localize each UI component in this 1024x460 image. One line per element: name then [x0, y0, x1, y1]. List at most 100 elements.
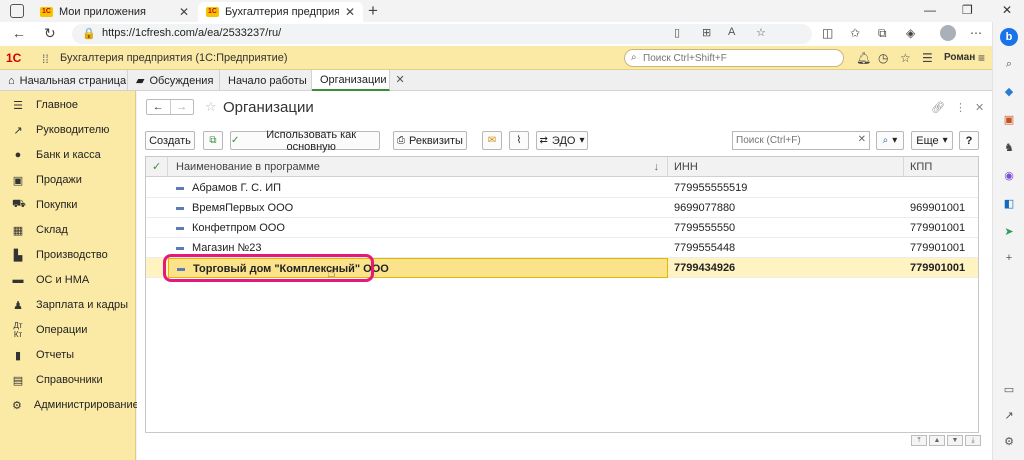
nav-item-manager[interactable]: ↗ Руководителю: [0, 118, 136, 142]
global-search-input[interactable]: [643, 51, 838, 65]
favorites-icon[interactable]: ✩: [850, 26, 860, 40]
send-icon[interactable]: ➤: [1003, 226, 1015, 238]
settings-icon[interactable]: ⚙: [1003, 436, 1015, 448]
back-arrow-icon[interactable]: ←: [147, 100, 170, 114]
extension-icon[interactable]: ◈: [906, 26, 915, 40]
apps-grid-icon[interactable]: ⁞⁞: [42, 52, 49, 66]
chevron-down-icon: ▾: [579, 135, 585, 146]
read-aloud-icon[interactable]: A: [728, 26, 735, 38]
add-icon[interactable]: +: [1003, 252, 1015, 264]
forward-arrow-icon[interactable]: →: [169, 100, 194, 114]
clear-icon[interactable]: ✕: [858, 134, 866, 145]
reload-icon[interactable]: ↻: [44, 25, 56, 42]
list-search-input[interactable]: [733, 132, 855, 149]
nav-item-operations[interactable]: Дт Кт Операции: [0, 318, 136, 342]
kebab-menu-icon[interactable]: ⋮: [955, 101, 966, 114]
table-row[interactable]: Конфетпром ООО 7799555550 779901001: [146, 218, 978, 238]
close-form-icon[interactable]: ✕: [975, 101, 984, 114]
clipboard-icon[interactable]: ▯: [674, 26, 680, 39]
scroll-down-icon[interactable]: ▼: [947, 435, 963, 446]
tab-home-page[interactable]: ⌂ Начальная страница: [0, 70, 128, 91]
nav-item-payroll[interactable]: ♟ Зарплата и кадры: [0, 293, 136, 317]
user-name[interactable]: Роман: [944, 52, 975, 63]
window-menu-icon[interactable]: [10, 4, 24, 18]
split-view-icon[interactable]: ◫: [822, 26, 833, 40]
favorite-star-icon[interactable]: ☆: [756, 26, 766, 39]
nav-item-reports[interactable]: ▮ Отчеты: [0, 343, 136, 367]
grid-icon[interactable]: ⊞: [702, 26, 711, 39]
scroll-top-icon[interactable]: ⤒: [911, 435, 927, 446]
column-kpp[interactable]: КПП: [904, 157, 978, 177]
column-name[interactable]: Наименование в программе ↓: [168, 157, 668, 177]
copilot-icon[interactable]: b: [1000, 28, 1018, 46]
browser-profile-avatar[interactable]: [940, 25, 956, 41]
back-icon[interactable]: ←: [12, 25, 26, 41]
search-icon[interactable]: ⌕: [1003, 58, 1015, 70]
nav-item-production[interactable]: ▙ Производство: [0, 243, 136, 267]
global-search[interactable]: ⌕: [624, 49, 844, 67]
more-button[interactable]: Еще ▾: [911, 131, 953, 150]
help-button[interactable]: ?: [959, 131, 979, 150]
nav-item-assets[interactable]: ▬ ОС и НМА: [0, 268, 136, 292]
tag-icon[interactable]: ◆: [1003, 86, 1015, 98]
history-icon[interactable]: ◷: [878, 51, 888, 65]
nav-label: Зарплата и кадры: [36, 299, 129, 311]
scroll-up-icon[interactable]: ▲: [929, 435, 945, 446]
restore-icon[interactable]: ❐: [962, 3, 973, 17]
close-icon[interactable]: ✕: [179, 5, 189, 19]
user-settings-icon[interactable]: ☰: [922, 51, 933, 65]
browser-tab-accounting[interactable]: 1С Бухгалтерия предприятия (1С:П ✕: [198, 2, 363, 22]
nav-item-bank[interactable]: ● Банк и касса: [0, 143, 136, 167]
toolbox-icon[interactable]: ▣: [1003, 114, 1015, 126]
create-button[interactable]: Создать: [145, 131, 195, 150]
row-kpp: 779901001: [910, 262, 966, 274]
close-icon[interactable]: ✕: [345, 5, 355, 19]
list-search[interactable]: ✕: [732, 131, 870, 150]
nav-item-warehouse[interactable]: ▦ Склад: [0, 218, 136, 242]
table-row[interactable]: ВремяПервых ООО 9699077880 969901001: [146, 198, 978, 218]
url-field[interactable]: 🔒 https://1cfresh.com/a/ea/2533237/ru/ ▯…: [72, 24, 812, 44]
nav-item-sales[interactable]: ▣ Продажи: [0, 168, 136, 192]
requisites-button[interactable]: ⎙ Реквизиты: [393, 131, 467, 150]
nav-item-main[interactable]: ☰ Главное: [0, 93, 136, 117]
nav-label: Покупки: [36, 199, 78, 211]
scroll-bottom-icon[interactable]: ⤓: [965, 435, 981, 446]
office-icon[interactable]: ◉: [1003, 170, 1015, 182]
more-menu-icon[interactable]: ⋯: [970, 26, 982, 40]
browser-tab-my-apps[interactable]: 1С Мои приложения ✕: [32, 2, 197, 22]
search-button[interactable]: ⌕ ▾: [876, 131, 904, 150]
favorite-star-icon[interactable]: ☆: [205, 99, 217, 115]
email-button[interactable]: ✉: [482, 131, 502, 150]
minimize-icon[interactable]: —: [924, 3, 936, 17]
bell-icon[interactable]: 🔔︎: [856, 51, 871, 65]
nav-item-admin[interactable]: ⚙ Администрирование: [0, 393, 139, 417]
edo-button[interactable]: ⇄ ЭДО ▾: [536, 131, 588, 150]
favorites-star-icon[interactable]: ☆: [900, 51, 911, 65]
tab-discussions[interactable]: ▰ Обсуждения: [128, 70, 220, 91]
link-icon[interactable]: 🔗︎: [931, 101, 945, 114]
check-column-icon[interactable]: ✓: [146, 157, 168, 177]
table-row[interactable]: Абрамов Г. С. ИП 779955555519: [146, 178, 978, 198]
chess-icon[interactable]: ♞: [1003, 142, 1015, 154]
row-inn: 779955555519: [674, 182, 748, 194]
button-label: Еще: [916, 134, 939, 147]
tab-label: Начало работы: [228, 74, 307, 87]
close-icon[interactable]: ✕: [396, 73, 405, 86]
new-tab-icon[interactable]: +: [368, 1, 378, 21]
use-as-main-button[interactable]: ✓ Использовать как основную: [230, 129, 380, 153]
column-inn[interactable]: ИНН: [668, 157, 904, 177]
external-link-icon[interactable]: ↗: [1003, 410, 1015, 422]
app-menu-icon[interactable]: ≡: [978, 51, 985, 65]
copy-button[interactable]: ⧉: [203, 131, 223, 150]
tab-getting-started[interactable]: Начало работы: [220, 70, 312, 91]
attach-button[interactable]: ⌇: [509, 131, 529, 150]
tab-organizations[interactable]: Организации ✕: [312, 70, 405, 91]
lock-icon: 🔒: [82, 28, 96, 40]
bag-icon: ▣: [12, 174, 24, 187]
sidebar-toggle-icon[interactable]: ▭: [1003, 384, 1015, 396]
window-close-icon[interactable]: ✕: [1002, 3, 1012, 17]
nav-item-catalogs[interactable]: ▤ Справочники: [0, 368, 136, 392]
outlook-icon[interactable]: ◧: [1003, 198, 1015, 210]
nav-item-purchases[interactable]: ⛟ Покупки: [0, 193, 136, 217]
collections-icon[interactable]: ⧉: [878, 26, 887, 41]
